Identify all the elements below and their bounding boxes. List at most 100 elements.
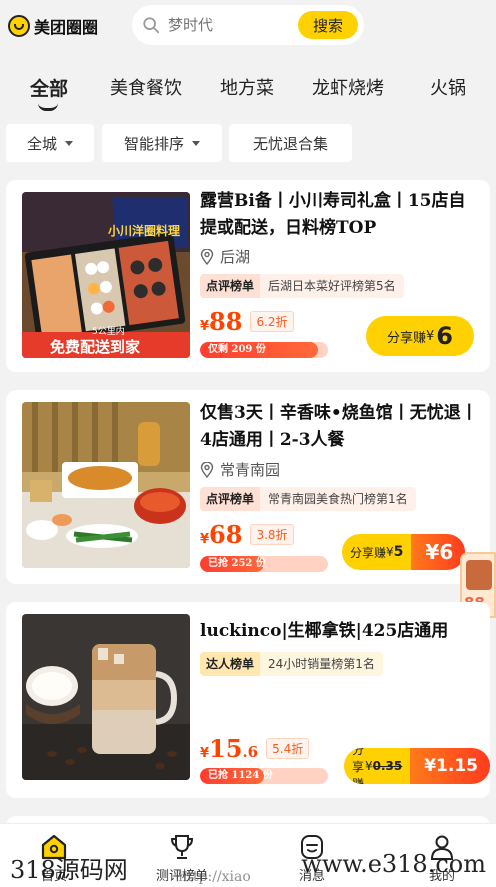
top-bar: 美团圈圈 搜索 bbox=[0, 0, 496, 52]
price-row: ¥ 68 3.8折 bbox=[200, 520, 294, 549]
share-amount: 6 bbox=[436, 322, 453, 350]
home-icon bbox=[41, 834, 67, 860]
deal-price-decimal: .6 bbox=[242, 743, 259, 761]
price-row: ¥ 88 6.2折 bbox=[200, 307, 294, 336]
rank-text: 后湖日本菜好评榜第5名 bbox=[268, 279, 396, 293]
rank-tag: 达人榜单 bbox=[200, 652, 261, 676]
share-label: 分享赚 bbox=[350, 545, 387, 560]
search-input[interactable] bbox=[168, 16, 288, 34]
filter-area[interactable]: 全城 bbox=[6, 124, 94, 162]
deal-card[interactable]: 仅售3天丨辛香味•烧鱼馆丨无忧退丨4店通用丨2-3人餐 常青南园 点评榜单 常青… bbox=[6, 390, 490, 584]
tab-food[interactable]: 美食餐饮 bbox=[110, 74, 182, 100]
tab-active-indicator bbox=[38, 103, 58, 111]
yen-symbol: ¥ bbox=[200, 746, 210, 761]
discount-badge: 5.4折 bbox=[266, 738, 310, 759]
deal-image-grilled-fish[interactable] bbox=[22, 402, 190, 568]
yen-symbol: ¥ bbox=[200, 532, 210, 547]
deal-location-text: 常青南园 bbox=[220, 461, 281, 479]
share-left: 分享赚 ¥ 5 bbox=[342, 534, 412, 570]
caret-down-icon bbox=[192, 140, 200, 146]
search-button[interactable]: 搜索 bbox=[298, 11, 358, 39]
nav-rankings[interactable]: 测评榜单 bbox=[152, 832, 212, 884]
share-label: 分享赚 bbox=[352, 748, 365, 784]
tab-all[interactable]: 全部 bbox=[30, 74, 68, 101]
share-right: ¥6 bbox=[411, 534, 466, 570]
deal-title[interactable]: luckinco|生椰拿铁|425店通用 bbox=[200, 618, 480, 645]
share-left: 分享赚 ¥ 0.35 bbox=[344, 748, 411, 784]
app-logo[interactable]: 美团圈圈 bbox=[8, 14, 98, 38]
tab-hotpot[interactable]: 火锅 bbox=[430, 74, 466, 100]
share-old-amount: 0.35 bbox=[372, 759, 403, 773]
image-caption-bottom: 免费配送到家 bbox=[50, 338, 141, 356]
deal-price: 15 bbox=[209, 734, 243, 763]
sold-text: 仅剩 209 份 bbox=[208, 344, 266, 355]
category-tabs: 全部 美食餐饮 地方菜 龙虾烧烤 火锅 bbox=[0, 70, 496, 111]
deal-image-coconut-latte[interactable] bbox=[22, 614, 190, 780]
sold-progress: 已抢 252 份 bbox=[200, 556, 328, 572]
rank-badge[interactable]: 达人榜单 24小时销量榜第1名 bbox=[200, 652, 383, 676]
share-amount: 5 bbox=[393, 544, 404, 560]
deal-location: 常青南园 bbox=[200, 459, 280, 480]
search-icon bbox=[143, 17, 160, 34]
filter-area-label: 全城 bbox=[26, 134, 57, 153]
nav-messages-label: 消息 bbox=[298, 869, 325, 884]
search-bar[interactable]: 搜索 bbox=[132, 5, 364, 45]
deal-price: 88 bbox=[209, 307, 243, 336]
nav-rankings-label: 测评榜单 bbox=[155, 869, 208, 884]
price-row: ¥ 15 .6 5.4折 bbox=[200, 734, 310, 763]
share-earn-button[interactable]: 分享赚 ¥ 0.35 ¥1.15 bbox=[344, 748, 490, 784]
filter-refund-collection[interactable]: 无忧退合集 bbox=[229, 124, 352, 162]
nav-home-label: 首页 bbox=[40, 869, 67, 884]
trophy-icon bbox=[170, 835, 194, 859]
deal-location: 后湖 bbox=[200, 246, 250, 267]
share-boost-amount: ¥6 bbox=[425, 540, 454, 564]
deal-title[interactable]: 露营Bi备丨小川寿司礼盒丨15店自提或配送，日料榜TOP bbox=[200, 188, 480, 242]
deal-card[interactable]: 小川洋圈料理 5公里内 免费配送到家 露营Bi备丨小川寿司礼盒丨15店自提或配送… bbox=[6, 180, 490, 372]
tab-crayfish-bbq[interactable]: 龙虾烧烤 bbox=[312, 74, 384, 100]
discount-badge: 3.8折 bbox=[250, 524, 294, 545]
filter-sort-label: 智能排序 bbox=[123, 134, 184, 153]
rank-text: 24小时销量榜第1名 bbox=[268, 657, 375, 671]
logo-smile-icon bbox=[8, 15, 30, 37]
image-caption-top: 小川洋圈料理 bbox=[108, 224, 181, 238]
rank-badge[interactable]: 点评榜单 后湖日本菜好评榜第5名 bbox=[200, 274, 404, 298]
nav-profile-label: 我的 bbox=[428, 869, 455, 884]
share-earn-button[interactable]: 分享赚 ¥ 5 ¥6 bbox=[342, 534, 466, 570]
filter-sort[interactable]: 智能排序 bbox=[102, 124, 222, 162]
rank-tag: 点评榜单 bbox=[200, 274, 261, 298]
deal-image-sushi-box[interactable]: 小川洋圈料理 5公里内 免费配送到家 bbox=[22, 192, 190, 358]
nav-profile[interactable]: 我的 bbox=[412, 832, 472, 884]
deal-card[interactable]: luckinco|生椰拿铁|425店通用 达人榜单 24小时销量榜第1名 ¥ 1… bbox=[6, 602, 490, 798]
share-yen: ¥ bbox=[364, 759, 373, 773]
deal-title[interactable]: 仅售3天丨辛香味•烧鱼馆丨无忧退丨4店通用丨2-3人餐 bbox=[200, 400, 480, 454]
app-logo-text: 美团圈圈 bbox=[34, 18, 99, 37]
rank-badge[interactable]: 点评榜单 常青南园美食热门榜第1名 bbox=[200, 487, 416, 511]
message-icon bbox=[301, 835, 323, 859]
sold-progress: 已抢 1124 份 bbox=[200, 768, 328, 784]
tab-local-cuisine[interactable]: 地方菜 bbox=[220, 74, 274, 100]
sold-progress: 仅剩 209 份 bbox=[200, 342, 328, 358]
bottom-nav: 首页 测评榜单 消息 我的 bbox=[0, 823, 496, 887]
deal-location-text: 后湖 bbox=[220, 248, 251, 266]
share-right: ¥1.15 bbox=[410, 748, 490, 784]
rank-text: 常青南园美食热门榜第1名 bbox=[268, 492, 408, 506]
share-yen: ¥ bbox=[386, 545, 394, 559]
coupon-thumb-icon bbox=[466, 560, 492, 590]
nav-messages[interactable]: 消息 bbox=[282, 832, 342, 884]
yen-symbol: ¥ bbox=[200, 319, 210, 334]
caret-down-icon bbox=[65, 140, 73, 146]
share-boost-amount: ¥1.15 bbox=[424, 756, 478, 776]
location-pin-icon bbox=[200, 461, 214, 478]
share-yen: ¥ bbox=[426, 328, 435, 344]
location-pin-icon bbox=[200, 248, 214, 265]
discount-badge: 6.2折 bbox=[250, 311, 294, 332]
user-icon bbox=[430, 835, 454, 860]
sold-text: 已抢 252 份 bbox=[208, 558, 266, 569]
sold-text: 已抢 1124 份 bbox=[208, 770, 273, 781]
share-label: 分享赚 bbox=[387, 330, 427, 346]
deal-price: 68 bbox=[209, 520, 243, 549]
filter-refund-label: 无忧退合集 bbox=[252, 134, 328, 153]
nav-home[interactable]: 首页 bbox=[24, 832, 84, 884]
share-earn-button[interactable]: 分享赚 ¥ 6 bbox=[366, 316, 474, 356]
rank-tag: 点评榜单 bbox=[200, 487, 261, 511]
